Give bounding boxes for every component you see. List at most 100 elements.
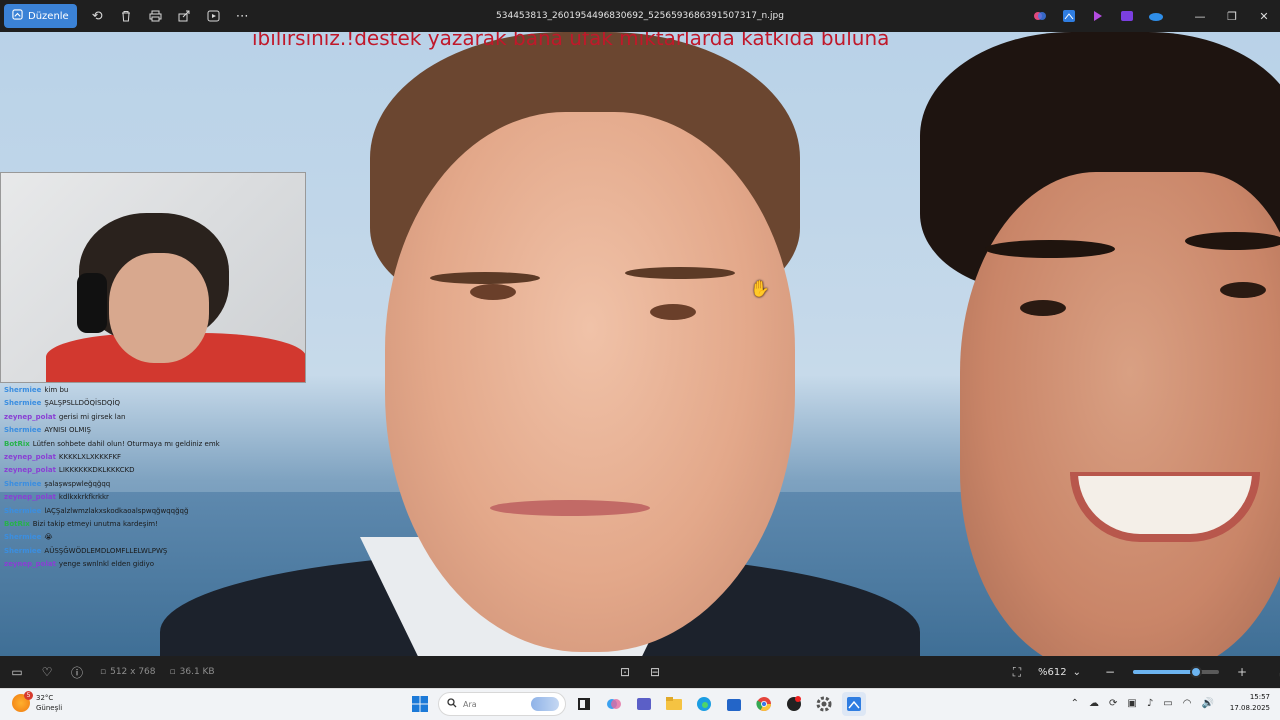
- delete-icon[interactable]: [112, 4, 141, 28]
- system-tray: ⌃ ☁ ⟳ ▣ ♪ ▭ ◠ 🔊 15:57 17.08.2025: [1071, 692, 1270, 714]
- person-left-brow: [430, 272, 540, 284]
- chat-username: zeynep_polat: [4, 466, 56, 475]
- clipchamp-icon[interactable]: [1088, 6, 1108, 26]
- edge-icon[interactable]: [692, 692, 716, 716]
- app-shortcuts: [1030, 6, 1166, 26]
- store-icon[interactable]: [722, 692, 746, 716]
- dimensions-icon: ▫: [100, 667, 107, 677]
- chat-text: kim bu: [44, 386, 69, 394]
- copilot-icon[interactable]: [602, 692, 626, 716]
- zoom-slider-thumb[interactable]: [1189, 666, 1202, 678]
- slideshow-icon[interactable]: [199, 4, 228, 28]
- filmstrip-icon[interactable]: ▭: [2, 660, 32, 684]
- temperature: 32°C: [36, 694, 54, 702]
- crop-view-icon[interactable]: ⊡: [610, 660, 640, 684]
- chat-username: zeynep_polat: [4, 453, 56, 462]
- restore-icon[interactable]: ❐: [1216, 0, 1248, 32]
- more-icon[interactable]: ⋯: [228, 4, 257, 28]
- chat-message: Shermiee ŞALŞPSLLDÖQİSDQİQ: [4, 397, 234, 410]
- chat-text: şalaşwspwleğqğqq: [44, 479, 111, 488]
- teams-icon[interactable]: [632, 692, 656, 716]
- person-left-brow: [625, 267, 735, 279]
- person-right-brow: [1185, 232, 1280, 250]
- chat-text: Lütfen sohbete dahil olun! Oturmaya mı g…: [32, 439, 220, 448]
- chat-username: Shermiee: [4, 386, 42, 394]
- chat-message: zeynep_polat LIKKKKKKDKLKKKCKD: [4, 464, 234, 477]
- image-filesize: ▫ 36.1 KB: [170, 667, 215, 677]
- donation-overlay-text: ıbilirsiniz.!destek yazarak bana ufak mi…: [252, 32, 890, 50]
- chat-message: zeynep_polat gerisi mi girsek lan: [4, 411, 234, 424]
- person-left-eye: [470, 284, 516, 300]
- chat-text: gerisi mi girsek lan: [58, 412, 126, 421]
- chevron-down-icon: ⌄: [1072, 666, 1081, 678]
- fit-screen-icon[interactable]: ⛶: [1002, 660, 1032, 684]
- photos-editor-icon[interactable]: [1059, 6, 1079, 26]
- webcam-face: [109, 253, 209, 363]
- share-icon[interactable]: [170, 4, 199, 28]
- compare-icon[interactable]: ⊟: [640, 660, 670, 684]
- edit-button[interactable]: Düzenle: [4, 4, 77, 28]
- onedrive-tray-icon[interactable]: ☁: [1089, 698, 1099, 709]
- recording-app-icon[interactable]: [782, 692, 806, 716]
- window-controls: — ❐ ✕: [1184, 0, 1280, 32]
- chat-text: KKKKLXLXKKKFKF: [58, 453, 122, 462]
- task-view-icon[interactable]: [572, 692, 596, 716]
- chevron-up-icon[interactable]: ⌃: [1071, 698, 1079, 709]
- microphone-icon[interactable]: ♪: [1147, 698, 1153, 709]
- chat-username: Shermiee: [4, 426, 42, 435]
- dimensions-text: 512 x 768: [110, 667, 156, 677]
- security-icon[interactable]: ▣: [1127, 698, 1136, 709]
- windows-start-icon[interactable]: [408, 692, 432, 716]
- weather-badge: 5: [24, 691, 33, 700]
- chat-username: Shermiee: [4, 399, 42, 408]
- person-left-mouth: [490, 500, 650, 516]
- print-icon[interactable]: [141, 4, 170, 28]
- settings-icon[interactable]: [812, 692, 836, 716]
- image-canvas[interactable]: ıbilirsiniz.!destek yazarak bana ufak mi…: [0, 32, 1280, 656]
- network-icon[interactable]: ⟳: [1109, 698, 1117, 709]
- chrome-icon[interactable]: [752, 692, 776, 716]
- wifi-icon[interactable]: ◠: [1183, 698, 1192, 709]
- clock[interactable]: 15:57 17.08.2025: [1230, 692, 1270, 714]
- chat-message: Shermiee şalaşwspwleğqğqq: [4, 478, 234, 491]
- rotate-icon[interactable]: ⟲: [83, 4, 112, 28]
- info-icon[interactable]: ⓘ: [62, 660, 92, 684]
- clock-time: 15:57: [1249, 693, 1270, 701]
- person-right-eye: [1020, 300, 1066, 316]
- zoom-in-icon[interactable]: +: [1227, 660, 1257, 684]
- fullscreen-icon[interactable]: ⤢: [1269, 660, 1280, 684]
- chat-username: Shermiee: [4, 533, 42, 542]
- minimize-icon[interactable]: —: [1184, 0, 1216, 32]
- chat-message: Shermiee AYNISI OLMIŞ: [4, 424, 234, 437]
- file-explorer-icon[interactable]: [662, 692, 686, 716]
- search-placeholder: Ara: [463, 699, 477, 709]
- chat-username: BotRix: [4, 520, 30, 529]
- clock-date: 17.08.2025: [1229, 704, 1270, 712]
- chat-message: Shermiee AÜSŞĞWÖDLEMDLOMFLLELWLPWŞ: [4, 545, 234, 558]
- chat-username: Shermiee: [4, 506, 42, 515]
- copilot-icon[interactable]: [1030, 6, 1050, 26]
- webcam-overlay: [0, 172, 306, 383]
- chat-text: kdlkxkrkfkrkkr: [58, 493, 109, 502]
- close-icon[interactable]: ✕: [1248, 0, 1280, 32]
- edit-icon: [12, 9, 23, 23]
- chat-username: zeynep_polat: [4, 412, 56, 421]
- taskbar-search-input[interactable]: Ara: [438, 692, 566, 716]
- onedrive-icon[interactable]: [1146, 6, 1166, 26]
- person-left-face: [385, 112, 795, 652]
- zoom-controls: ⛶ %612 ⌄ − + ⤢: [1002, 660, 1280, 684]
- zoom-dropdown[interactable]: %612 ⌄: [1038, 667, 1081, 678]
- chat-message: zeynep_polat yenge swnlnkl elden gidiyo: [4, 558, 234, 571]
- photos-app-icon[interactable]: [842, 692, 866, 716]
- zoom-value: %612: [1038, 666, 1067, 678]
- chat-text: ŞALŞPSLLDÖQİSDQİQ: [44, 399, 120, 408]
- battery-icon[interactable]: ▭: [1163, 698, 1172, 709]
- zoom-out-icon[interactable]: −: [1095, 660, 1125, 684]
- zoom-slider[interactable]: [1132, 666, 1219, 678]
- volume-icon[interactable]: 🔊: [1201, 698, 1213, 709]
- photos-app: Düzenle ⟲ ⋯ 534453813_2601954496830692_5…: [0, 0, 1280, 720]
- favorite-icon[interactable]: ♡: [32, 660, 62, 684]
- webcam-headset: [77, 273, 107, 333]
- designer-icon[interactable]: [1117, 6, 1137, 26]
- weather-widget[interactable]: 5 32°C Güneşli: [12, 691, 62, 713]
